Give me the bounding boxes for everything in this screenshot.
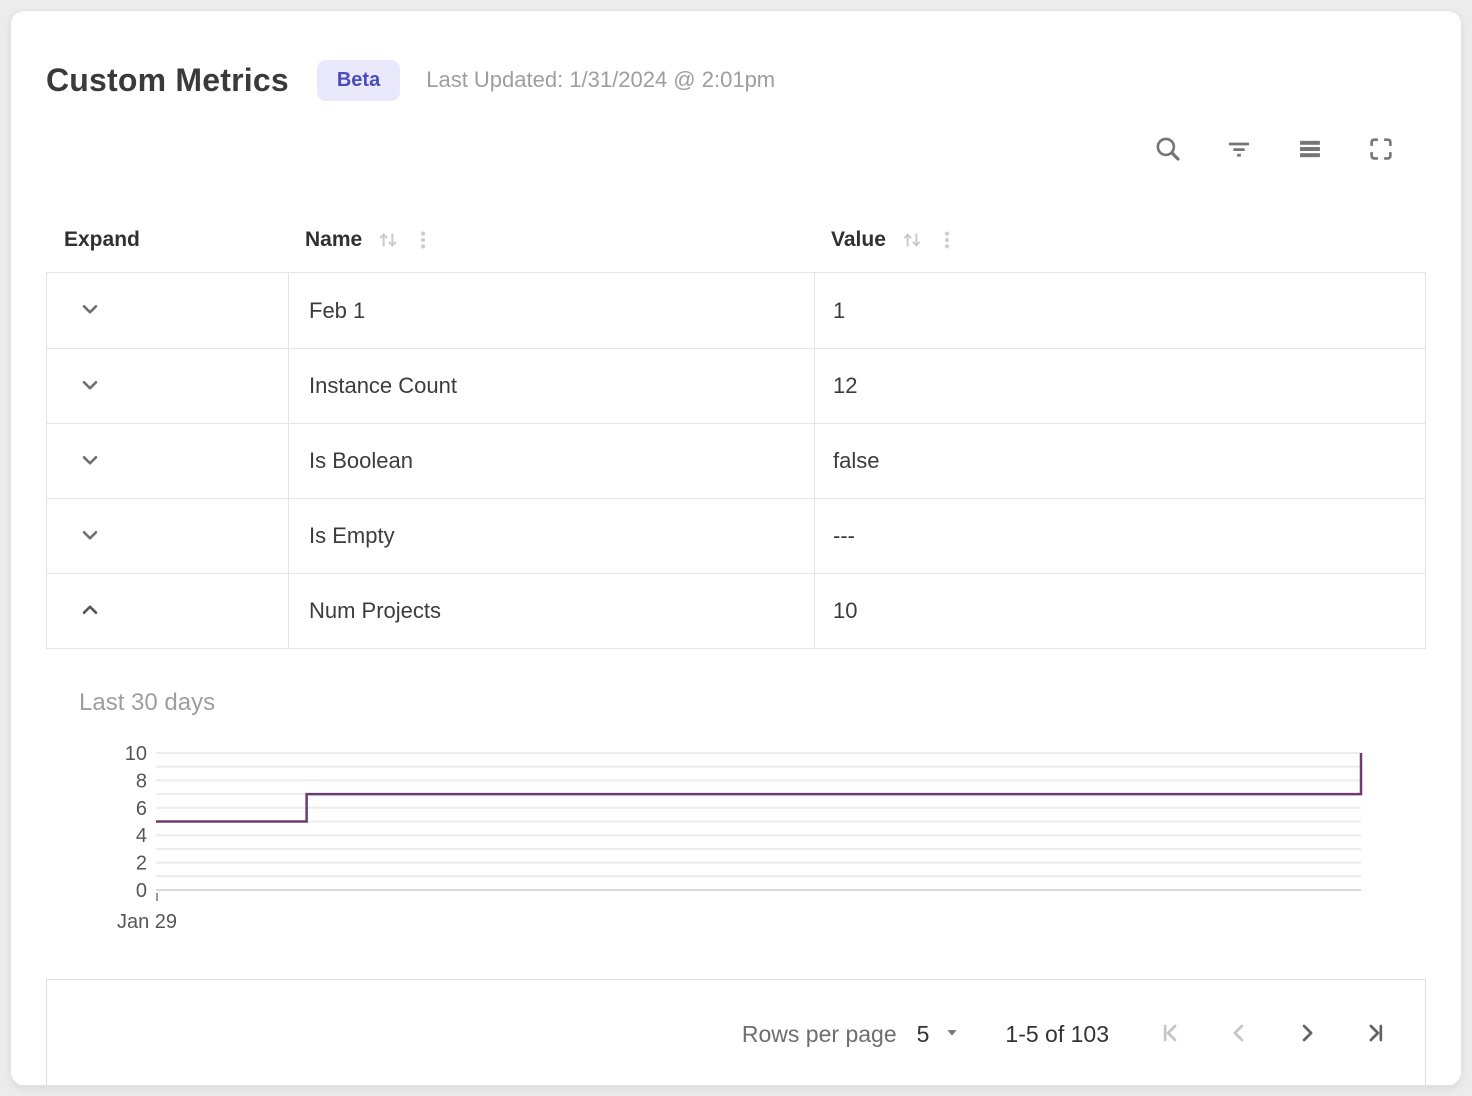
search-icon (1153, 134, 1183, 167)
chevron-down-icon (77, 372, 103, 401)
last-page-button[interactable] (1361, 1019, 1389, 1050)
chevron-up-icon (77, 597, 103, 626)
last-updated-text: Last Updated: 1/31/2024 @ 2:01pm (426, 67, 775, 93)
svg-text:4: 4 (136, 825, 147, 847)
column-header-expand: Expand (46, 228, 287, 252)
page-title: Custom Metrics (46, 62, 289, 99)
filter-button[interactable] (1223, 134, 1255, 166)
svg-text:Jan 29: Jan 29 (117, 911, 177, 933)
search-button[interactable] (1152, 134, 1184, 166)
svg-text:2: 2 (136, 853, 147, 875)
rows-per-page-value: 5 (917, 1021, 930, 1048)
expand-row-button[interactable] (77, 447, 103, 476)
rows-per-page-label: Rows per page (742, 1021, 897, 1048)
chevron-right-icon (1293, 1019, 1321, 1050)
metric-name-cell: Is Boolean (288, 424, 814, 498)
chevron-down-icon (77, 296, 103, 325)
table-body: Feb 1 1 Instance Count 12 Is Boolean fal… (46, 272, 1426, 649)
sort-icon[interactable] (375, 227, 401, 253)
table-row: Feb 1 1 (47, 273, 1425, 348)
svg-text:0: 0 (136, 880, 147, 902)
title-row: Custom Metrics Beta Last Updated: 1/31/2… (46, 49, 1426, 111)
density-icon (1296, 135, 1324, 166)
filter-icon (1224, 134, 1254, 167)
chevron-left-icon (1225, 1019, 1253, 1050)
column-menu-icon[interactable] (936, 227, 958, 253)
metric-value-cell: 1 (814, 273, 1425, 348)
table-row: Is Boolean false (47, 423, 1425, 498)
metrics-table: Expand Name Value (46, 208, 1426, 649)
table-row-expanded: Num Projects 10 (47, 573, 1425, 648)
metric-name-cell: Instance Count (288, 349, 814, 423)
column-header-value[interactable]: Value (813, 227, 1426, 253)
table-row: Is Empty --- (47, 498, 1425, 573)
sort-icon[interactable] (899, 227, 925, 253)
first-page-button (1157, 1019, 1185, 1050)
rows-per-page-select[interactable]: 5 (917, 1021, 964, 1048)
metric-value-cell: --- (814, 499, 1425, 573)
fullscreen-icon (1366, 134, 1396, 167)
density-button[interactable] (1294, 134, 1326, 166)
pagination-footer: Rows per page 5 1-5 of 103 (46, 979, 1426, 1086)
metric-name-cell: Is Empty (288, 499, 814, 573)
expand-row-button[interactable] (77, 296, 103, 325)
custom-metrics-card: Custom Metrics Beta Last Updated: 1/31/2… (10, 10, 1462, 1086)
svg-text:10: 10 (125, 745, 147, 765)
first-page-icon (1157, 1019, 1185, 1050)
header-section: Custom Metrics Beta Last Updated: 1/31/2… (11, 11, 1461, 166)
chevron-down-icon (77, 522, 103, 551)
next-page-button[interactable] (1293, 1019, 1321, 1050)
column-menu-icon[interactable] (412, 227, 434, 253)
previous-page-button (1225, 1019, 1253, 1050)
column-header-name[interactable]: Name (287, 227, 813, 253)
row-detail-panel: Last 30 days 0 2 4 6 8 10 Jan 29 (11, 649, 1461, 979)
metric-chart: 0 2 4 6 8 10 Jan 29 (101, 745, 1366, 940)
svg-text:6: 6 (136, 798, 147, 820)
chevron-down-icon (77, 447, 103, 476)
metric-name-cell: Feb 1 (288, 273, 814, 348)
last-page-icon (1361, 1019, 1389, 1050)
grid-toolbar (46, 134, 1426, 166)
pagination-range-label: 1-5 of 103 (1005, 1021, 1109, 1048)
dropdown-arrow-icon (929, 1021, 963, 1048)
fullscreen-button[interactable] (1365, 134, 1397, 166)
metric-value-cell: false (814, 424, 1425, 498)
table-header-row: Expand Name Value (46, 208, 1426, 272)
metric-value-cell: 12 (814, 349, 1425, 423)
chart-title: Last 30 days (79, 689, 1426, 717)
table-row: Instance Count 12 (47, 348, 1425, 423)
beta-badge: Beta (317, 60, 400, 101)
expand-row-button[interactable] (77, 372, 103, 401)
pagination-nav (1157, 1019, 1389, 1050)
expand-row-button[interactable] (77, 522, 103, 551)
metric-value-cell: 10 (814, 574, 1425, 648)
svg-text:8: 8 (136, 770, 147, 792)
metric-name-cell: Num Projects (288, 574, 814, 648)
collapse-row-button[interactable] (77, 597, 103, 626)
